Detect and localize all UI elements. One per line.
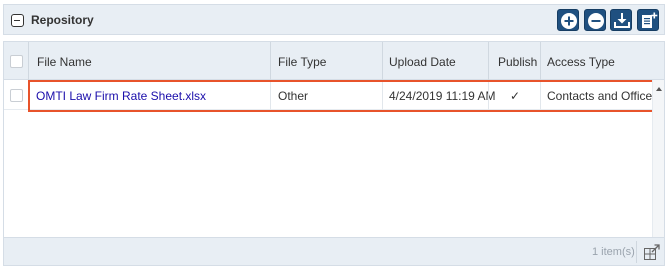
add-document-button[interactable] [637, 9, 659, 31]
scroll-up-arrow-icon[interactable] [656, 87, 662, 91]
access-type-value: Contacts and Office [547, 89, 653, 103]
row-select-cell [4, 80, 28, 110]
column-header-publish[interactable]: Publish [488, 42, 540, 80]
item-count: 1 item(s) [592, 246, 635, 258]
column-header-file-name[interactable]: File Name [28, 42, 270, 80]
remove-icon [588, 13, 604, 29]
remove-button[interactable] [584, 9, 606, 31]
select-all-column [4, 42, 28, 80]
add-document-icon [642, 12, 658, 28]
vertical-scrollbar[interactable] [652, 80, 664, 237]
row-checkbox[interactable] [10, 89, 23, 102]
access-type-cell: Contacts and Office [540, 80, 652, 110]
column-label: File Type [278, 55, 327, 69]
file-name-cell: OMTI Law Firm Rate Sheet.xlsx [28, 80, 270, 110]
table-row[interactable]: OMTI Law Firm Rate Sheet.xlsx Other 4/24… [4, 80, 652, 110]
footer-divider [636, 241, 637, 263]
collapse-toggle-icon[interactable] [11, 14, 24, 27]
panel-title: Repository [31, 13, 94, 27]
column-label: File Name [37, 55, 92, 69]
grid-body: OMTI Law Firm Rate Sheet.xlsx Other 4/24… [4, 80, 664, 237]
download-button[interactable] [610, 9, 632, 31]
file-type-cell: Other [270, 80, 382, 110]
add-button[interactable] [557, 9, 579, 31]
file-type-value: Other [278, 89, 309, 103]
column-label: Access Type [547, 55, 615, 69]
upload-date-cell: 4/24/2019 11:19 AM [382, 80, 496, 110]
column-header-file-type[interactable]: File Type [270, 42, 382, 80]
repository-panel-header: Repository [3, 4, 665, 35]
column-header-access-type[interactable]: Access Type [540, 42, 664, 80]
publish-cell: ✓ [488, 80, 540, 110]
expand-grid-button[interactable] [643, 243, 661, 261]
publish-check-icon: ✓ [510, 89, 521, 103]
grid-header: File Name File Type Upload Date Publish … [4, 42, 664, 80]
select-all-checkbox[interactable] [10, 55, 23, 68]
column-label: Publish [498, 55, 538, 69]
file-grid: File Name File Type Upload Date Publish … [3, 41, 665, 266]
column-header-upload-date[interactable]: Upload Date [382, 42, 488, 80]
add-icon [561, 13, 577, 29]
grid-footer: 1 item(s) [4, 237, 664, 265]
column-label: Upload Date [389, 55, 456, 69]
expand-icon [644, 244, 660, 260]
upload-date-value: 4/24/2019 11:19 AM [389, 89, 496, 103]
download-icon [614, 13, 630, 28]
file-name-link[interactable]: OMTI Law Firm Rate Sheet.xlsx [36, 89, 206, 103]
